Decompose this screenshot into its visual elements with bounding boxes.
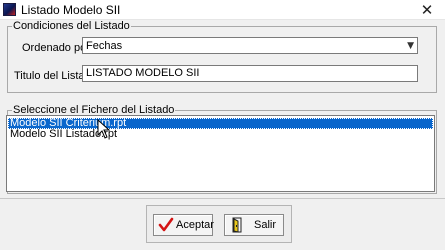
order-by-value: Fechas (86, 40, 123, 52)
report-file-list[interactable]: Modelo SII Criterium.rpt Modelo SII List… (6, 115, 435, 192)
list-item[interactable]: Modelo SII Listado.rpt (8, 129, 433, 140)
footer-separator (0, 198, 445, 199)
order-by-label: Ordenado por (22, 42, 90, 54)
accept-button[interactable]: Aceptar (153, 214, 214, 236)
accept-button-label: Aceptar (176, 219, 214, 231)
exit-button-label: Salir (254, 219, 277, 231)
close-button[interactable]: ✕ (412, 1, 442, 19)
door-exit-icon (232, 217, 242, 233)
chevron-down-icon[interactable]: ▼ (407, 39, 414, 53)
mouse-cursor-icon (97, 119, 111, 139)
title-bar: Listado Modelo SII ✕ (0, 0, 445, 20)
list-title-input[interactable]: LISTADO MODELO SII (82, 65, 418, 82)
checkmark-icon (158, 217, 174, 232)
exit-button[interactable]: Salir (224, 214, 284, 236)
app-icon (3, 3, 16, 16)
window-title: Listado Modelo SII (21, 3, 121, 17)
order-by-select[interactable]: Fechas ▼ (82, 37, 418, 54)
conditions-group-label: Condiciones del Listado (12, 20, 131, 32)
